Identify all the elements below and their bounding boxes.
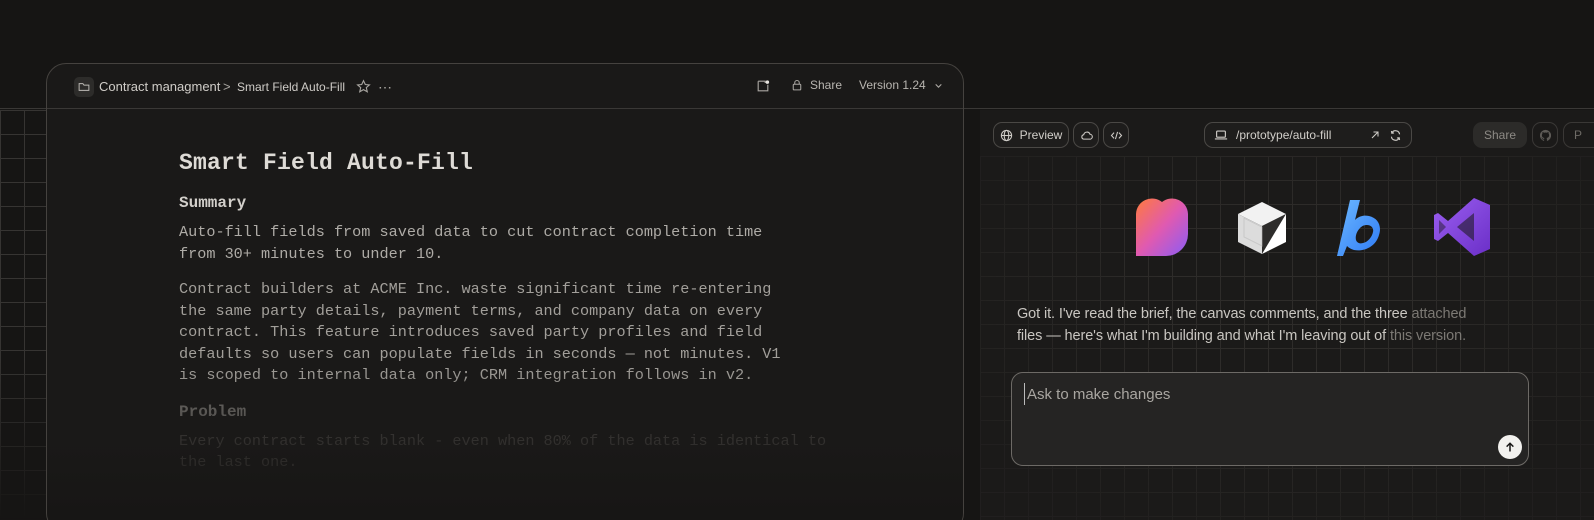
code-icon bbox=[1110, 131, 1122, 139]
breadcrumb-separator: > bbox=[223, 79, 231, 94]
chat-box[interactable] bbox=[1011, 372, 1529, 466]
problem-text: Every contract starts blank - even when … bbox=[179, 431, 827, 472]
app-logos bbox=[1132, 196, 1492, 258]
background-grid bbox=[0, 110, 48, 520]
message-text-faded: attached bbox=[1407, 306, 1467, 322]
breadcrumb-parent[interactable]: Contract managment bbox=[99, 79, 220, 94]
message-text: Got it. I've read the brief, the canvas … bbox=[1017, 306, 1408, 322]
arrow-up-icon bbox=[1506, 442, 1514, 452]
refresh-icon[interactable] bbox=[1389, 129, 1402, 142]
visual-studio-logo-icon bbox=[1434, 198, 1490, 256]
preview-share-button[interactable]: Share bbox=[1473, 122, 1527, 148]
cloud-icon bbox=[1080, 131, 1093, 140]
laptop-icon bbox=[1214, 130, 1228, 140]
version-dropdown[interactable]: Version 1.24 bbox=[859, 78, 943, 92]
preview-button[interactable]: Preview bbox=[993, 122, 1069, 148]
summary-heading: Summary bbox=[179, 194, 247, 212]
lock-icon bbox=[792, 79, 802, 91]
code-button[interactable] bbox=[1103, 122, 1129, 148]
document-header: Contract managment > Smart Field Auto-Fi… bbox=[47, 64, 963, 109]
external-link-icon[interactable] bbox=[1369, 129, 1381, 141]
cloud-button[interactable] bbox=[1073, 122, 1099, 148]
message-text-faded: this version. bbox=[1386, 328, 1467, 344]
github-button[interactable] bbox=[1532, 122, 1558, 148]
share-label: Share bbox=[810, 78, 843, 92]
send-button[interactable] bbox=[1498, 435, 1522, 459]
document-title: Smart Field Auto-Fill bbox=[179, 150, 474, 176]
folder-button[interactable] bbox=[74, 77, 94, 97]
folder-icon bbox=[78, 83, 90, 91]
breadcrumb-current[interactable]: Smart Field Auto-Fill bbox=[237, 80, 345, 94]
details-text: Contract builders at ACME Inc. waste sig… bbox=[179, 280, 781, 384]
divider bbox=[964, 108, 1594, 109]
problem-heading: Problem bbox=[179, 402, 247, 421]
summary-text: Auto-fill fields from saved data to cut … bbox=[179, 223, 763, 263]
version-label: Version 1.24 bbox=[859, 78, 926, 92]
document-window: Contract managment > Smart Field Auto-Fi… bbox=[46, 63, 964, 520]
url-bar[interactable]: /prototype/auto-fill bbox=[1204, 122, 1412, 148]
star-icon[interactable] bbox=[356, 79, 371, 94]
assistant-message: Got it. I've read the brief, the canvas … bbox=[1017, 303, 1527, 347]
chat-input[interactable] bbox=[1024, 383, 1504, 405]
bolt-b-logo-icon bbox=[1337, 200, 1380, 256]
heart-logo-icon bbox=[1136, 198, 1188, 256]
divider bbox=[0, 108, 46, 109]
message-text: files — here's what I'm building and wha… bbox=[1017, 328, 1387, 344]
document-body: Smart Field Auto-Fill Summary Auto-fill … bbox=[179, 150, 859, 474]
chevron-down-icon bbox=[935, 83, 942, 88]
url-text: /prototype/auto-fill bbox=[1236, 128, 1332, 142]
comment-icon[interactable] bbox=[756, 79, 770, 93]
globe-icon bbox=[1000, 129, 1012, 141]
cube-logo-icon bbox=[1238, 202, 1286, 254]
truncated-button[interactable]: P bbox=[1563, 122, 1594, 148]
github-icon bbox=[1539, 129, 1551, 141]
share-button[interactable]: Share bbox=[791, 78, 842, 92]
more-icon[interactable]: ⋯ bbox=[378, 79, 393, 96]
preview-label: Preview bbox=[1019, 128, 1063, 142]
